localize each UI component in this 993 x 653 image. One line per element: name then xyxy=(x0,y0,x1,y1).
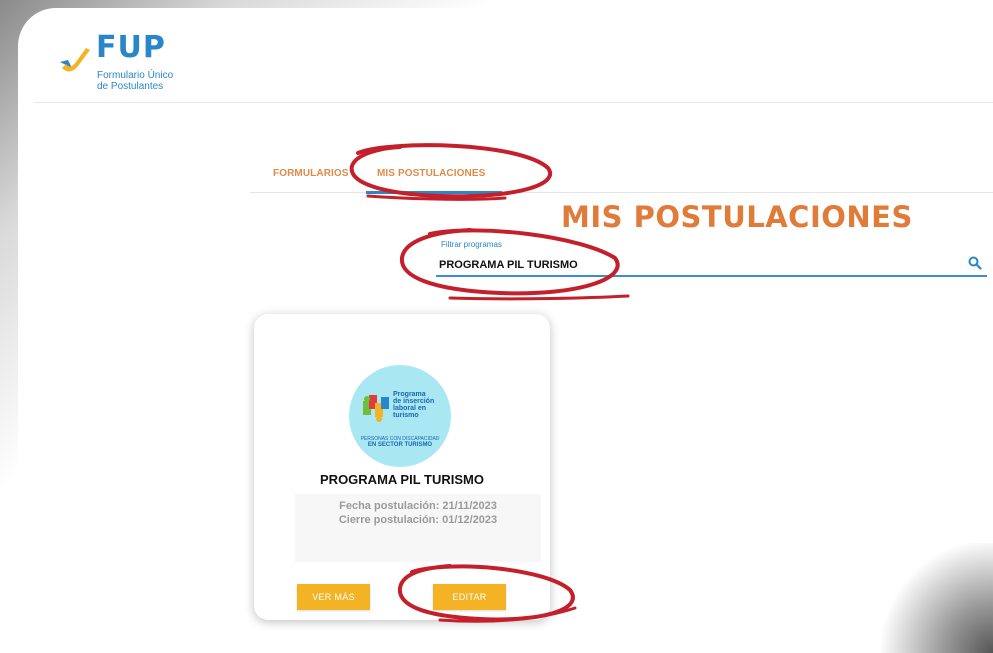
program-logo-line2: de inserción xyxy=(393,398,435,405)
page-curl-shadow xyxy=(873,543,993,653)
logo-subtitle: Formulario Único de Postulantes xyxy=(97,70,197,92)
program-logo-text: Programa de inserción laboral en turismo xyxy=(393,391,434,419)
editar-button[interactable]: EDITAR xyxy=(433,584,506,610)
puzzle-icon xyxy=(363,395,389,422)
page-title: MIS POSTULACIONES xyxy=(561,200,913,234)
tab-mis-postulaciones[interactable]: MIS POSTULACIONES xyxy=(377,168,485,179)
program-logo: Programa de inserción laboral en turismo… xyxy=(349,365,451,467)
program-title: PROGRAMA PIL TURISMO xyxy=(320,472,484,487)
app-page: FUP Formulario Único de Postulantes FORM… xyxy=(18,8,993,653)
fup-logo[interactable]: FUP Formulario Único de Postulantes xyxy=(56,30,216,100)
application-date: Fecha postulación: 21/11/2023 xyxy=(339,500,497,512)
active-tab-indicator xyxy=(366,191,502,194)
program-logo-line3: laboral en xyxy=(393,405,427,412)
filter-label: Filtrar programas xyxy=(441,240,502,249)
logo-subtitle-line2: de Postulantes xyxy=(97,81,164,92)
filter-programs-input[interactable] xyxy=(436,255,987,277)
program-logo-tagline2: EN SECTOR TURISMO xyxy=(367,442,433,448)
checkmark-logo-icon xyxy=(60,48,90,72)
program-logo-line1: Programa xyxy=(393,391,426,398)
logo-subtitle-line1: Formulario Único xyxy=(97,70,174,81)
logo-title: FUP xyxy=(96,30,166,65)
tab-bar: FORMULARIOS MIS POSTULACIONES xyxy=(250,158,993,194)
program-logo-line4: turismo xyxy=(393,412,419,419)
tab-formularios[interactable]: FORMULARIOS xyxy=(273,168,349,179)
ver-mas-button[interactable]: VER MÁS xyxy=(297,584,370,610)
program-logo-tagline: PERSONAS CON DISCAPACIDAD EN SECTOR TURI… xyxy=(359,436,441,448)
program-dates: Fecha postulación: 21/11/2023 Cierre pos… xyxy=(295,494,541,562)
program-card: Programa de inserción laboral en turismo… xyxy=(254,314,550,620)
search-icon[interactable] xyxy=(968,256,982,270)
closing-date: Cierre postulación: 01/12/2023 xyxy=(338,514,498,526)
header-divider xyxy=(34,102,993,103)
